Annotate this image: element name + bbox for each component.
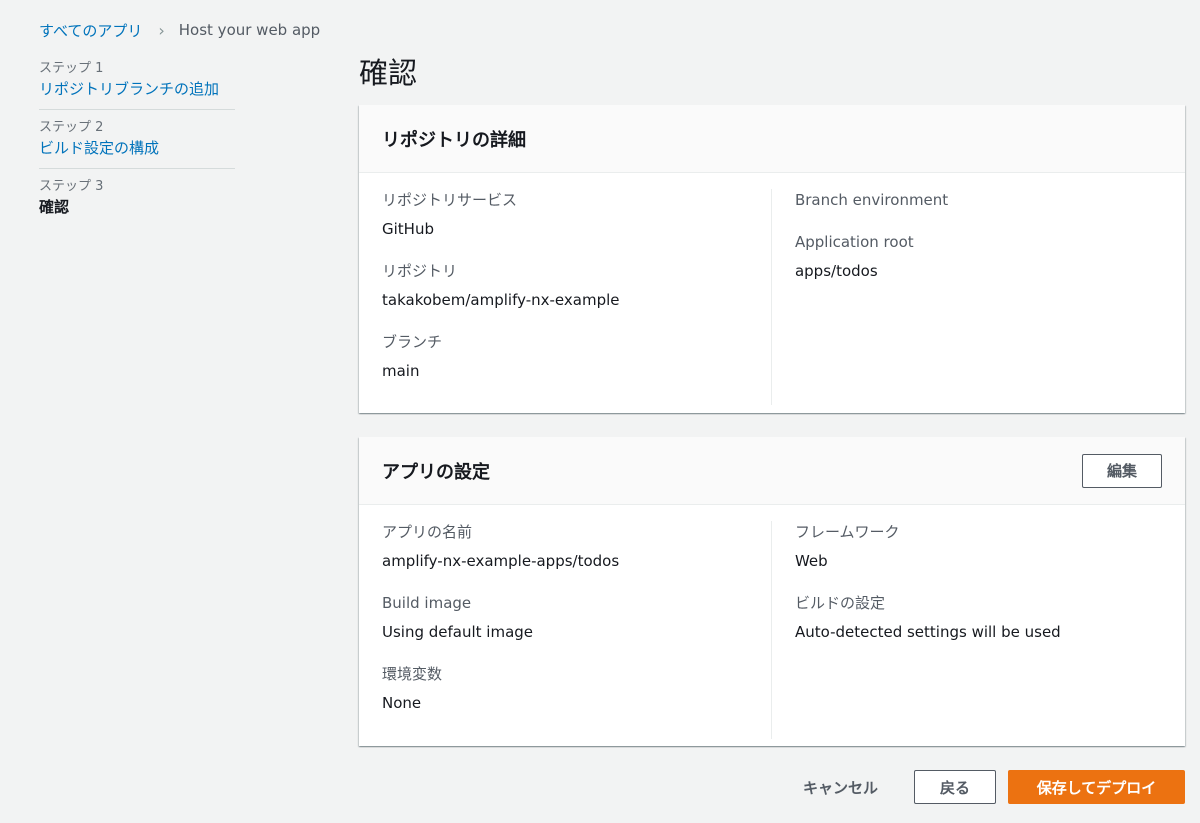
field-label: Branch environment: [794, 191, 949, 209]
field-label: Application root: [794, 233, 914, 251]
panel-title: アプリの設定: [382, 461, 490, 483]
field-value: Web: [794, 552, 828, 570]
field-build-image: Build image Using default image: [382, 592, 771, 643]
panel-body: リポジトリサービス GitHub リポジトリ takakobem/amplify…: [359, 173, 1185, 405]
step-2-link[interactable]: ビルド設定の構成: [39, 137, 235, 159]
panel-header: リポジトリの詳細: [359, 105, 1185, 173]
field-framework: フレームワーク Web: [795, 521, 1162, 572]
panel-title: リポジトリの詳細: [382, 129, 526, 151]
wizard-actions: キャンセル 戻る 保存してデプロイ: [803, 770, 1185, 804]
right-column: フレームワーク Web ビルドの設定 Auto-detected setting…: [772, 521, 1162, 734]
field-label: リポジトリサービス: [382, 191, 518, 209]
page-title: 確認: [359, 56, 418, 90]
field-value: amplify-nx-example-apps/todos: [382, 552, 620, 570]
field-label: フレームワーク: [794, 523, 900, 541]
panel-header: アプリの設定 編集: [359, 437, 1185, 505]
field-label: ビルドの設定: [794, 594, 885, 612]
wizard-steps-nav: ステップ 1 リポジトリブランチの追加 ステップ 2 ビルド設定の構成 ステップ…: [39, 60, 235, 236]
step-1-link[interactable]: リポジトリブランチの追加: [39, 78, 235, 100]
app-settings-panel: アプリの設定 編集 アプリの名前 amplify-nx-example-apps…: [359, 437, 1185, 746]
field-repository: リポジトリ takakobem/amplify-nx-example: [382, 260, 771, 311]
field-branch-environment: Branch environment: [795, 189, 1162, 211]
field-label: ブランチ: [382, 333, 443, 351]
field-value: GitHub: [382, 220, 434, 238]
field-value: None: [382, 694, 422, 712]
breadcrumb: すべてのアプリ › Host your web app: [39, 20, 320, 40]
field-value: apps/todos: [794, 262, 878, 280]
field-label: リポジトリ: [382, 262, 458, 280]
step-2-label: ステップ 2: [39, 120, 104, 135]
field-application-root: Application root apps/todos: [795, 231, 1162, 282]
panel-body: アプリの名前 amplify-nx-example-apps/todos Bui…: [359, 505, 1185, 739]
step-3: ステップ 3 確認: [39, 178, 235, 227]
edit-button[interactable]: 編集: [1082, 453, 1162, 488]
right-column: Branch environment Application root apps…: [772, 189, 1162, 401]
field-repository-service: リポジトリサービス GitHub: [382, 189, 771, 240]
field-branch: ブランチ main: [382, 331, 771, 382]
repository-details-panel: リポジトリの詳細 リポジトリサービス GitHub リポジトリ takakobe…: [359, 105, 1185, 413]
left-column: アプリの名前 amplify-nx-example-apps/todos Bui…: [382, 521, 772, 739]
field-label: Build image: [382, 594, 472, 612]
field-environment-variables: 環境変数 None: [382, 663, 771, 714]
back-button[interactable]: 戻る: [914, 770, 996, 804]
field-build-settings: ビルドの設定 Auto-detected settings will be us…: [795, 592, 1162, 643]
field-label: 環境変数: [382, 665, 443, 683]
breadcrumb-all-apps-link[interactable]: すべてのアプリ: [39, 20, 142, 41]
step-3-current: 確認: [39, 198, 70, 216]
left-column: リポジトリサービス GitHub リポジトリ takakobem/amplify…: [382, 189, 772, 405]
step-2: ステップ 2 ビルド設定の構成: [39, 119, 235, 169]
chevron-right-icon: ›: [158, 20, 165, 40]
step-1: ステップ 1 リポジトリブランチの追加: [39, 60, 235, 110]
field-label: アプリの名前: [382, 523, 473, 541]
save-and-deploy-button[interactable]: 保存してデプロイ: [1008, 770, 1185, 804]
field-value: takakobem/amplify-nx-example: [382, 291, 620, 309]
cancel-button[interactable]: キャンセル: [803, 777, 878, 798]
breadcrumb-current: Host your web app: [178, 21, 321, 39]
step-3-label: ステップ 3: [39, 179, 104, 194]
step-1-label: ステップ 1: [39, 61, 104, 76]
field-value: main: [382, 362, 420, 380]
field-value: Auto-detected settings will be used: [794, 623, 1061, 641]
field-app-name: アプリの名前 amplify-nx-example-apps/todos: [382, 521, 771, 572]
field-value: Using default image: [382, 623, 534, 641]
